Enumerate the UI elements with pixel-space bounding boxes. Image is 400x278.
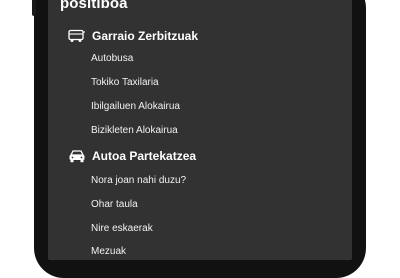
- phone-side-button: [32, 0, 36, 16]
- section-title-carpool: Autoa Partekatzea: [92, 149, 197, 163]
- section-header-transport: Garraio Zerbitzuak: [68, 26, 198, 46]
- menu-item-taxi[interactable]: Tokiko Taxilaria: [91, 76, 159, 90]
- menu-item-messages[interactable]: Mezuak: [91, 245, 126, 259]
- section-title-transport: Garraio Zerbitzuak: [92, 29, 199, 43]
- car-icon: [68, 149, 86, 163]
- menu-item-notice-board[interactable]: Ohar taula: [91, 198, 138, 212]
- section-header-carpool: Autoa Partekatzea: [68, 146, 196, 166]
- side-menu: positiboa Garraio Zerbitzuak Autobusa To…: [48, 0, 352, 260]
- bus-icon: [68, 29, 86, 43]
- menu-title: positiboa: [60, 0, 128, 12]
- menu-item-bike-rental[interactable]: Bizikleten Alokairua: [91, 124, 178, 138]
- menu-item-where-to[interactable]: Nora joan nahi duzu?: [91, 174, 186, 188]
- menu-item-bus[interactable]: Autobusa: [91, 52, 133, 66]
- menu-item-vehicle-rental[interactable]: Ibilgailuen Alokairua: [91, 100, 180, 114]
- menu-item-my-requests[interactable]: Nire eskaerak: [91, 222, 153, 236]
